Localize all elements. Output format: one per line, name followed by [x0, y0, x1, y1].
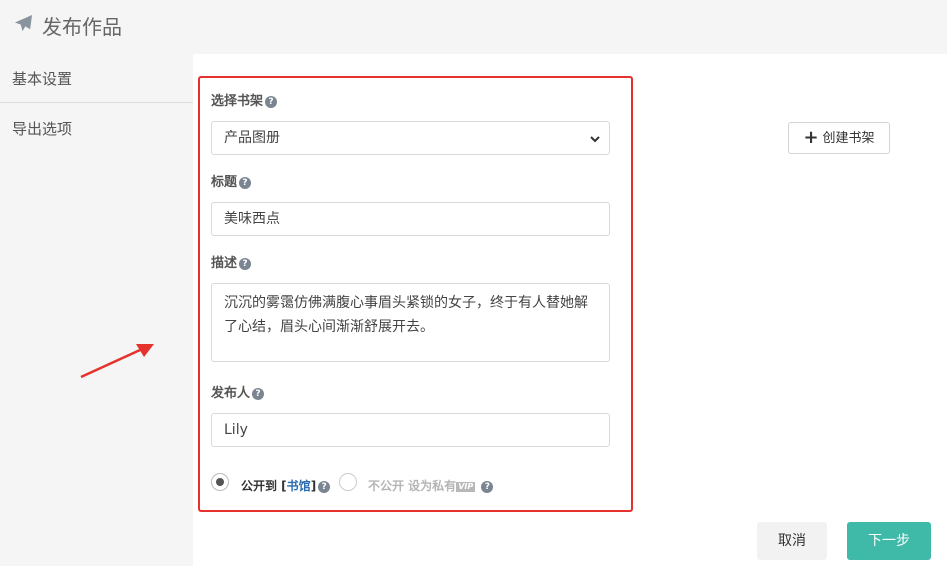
help-icon[interactable]: ? — [481, 481, 494, 493]
private-radio[interactable] — [339, 473, 357, 491]
shelf-select[interactable]: 产品图册 — [211, 121, 610, 155]
page-title: 发布作品 — [42, 15, 122, 39]
help-icon[interactable]: ? — [265, 96, 278, 108]
cancel-button[interactable]: 取消 — [757, 522, 827, 560]
publisher-label: 发布人? — [211, 382, 265, 401]
title-input[interactable]: 美味西点 — [211, 202, 610, 236]
shelf-label: 选择书架? — [211, 90, 278, 109]
help-icon[interactable]: ? — [239, 258, 252, 270]
annotation-arrow-icon — [80, 344, 154, 379]
help-icon[interactable]: ? — [252, 388, 265, 400]
create-shelf-button[interactable]: + 创建书架 — [788, 122, 890, 154]
description-textarea[interactable]: 沉沉的雾霭仿佛满腹心事眉头紧锁的女子，终于有人替她解了心结，眉头心间渐渐舒展开去… — [211, 283, 610, 362]
create-shelf-label: 创建书架 — [822, 131, 875, 146]
chevron-down-icon — [590, 136, 600, 143]
publisher-input[interactable]: Lily — [211, 413, 610, 447]
public-radio-label: 公开到 [书馆]? — [241, 477, 331, 494]
radio-selected-dot — [216, 478, 224, 486]
public-radio[interactable] — [211, 473, 229, 491]
plus-icon: + — [803, 127, 819, 148]
help-icon[interactable]: ? — [239, 177, 252, 189]
shelf-select-value: 产品图册 — [224, 130, 280, 146]
sidebar-divider — [0, 102, 193, 103]
private-radio-label: 不公开 设为私有 VIP ? — [368, 477, 494, 494]
description-label: 描述? — [211, 252, 252, 271]
next-button[interactable]: 下一步 — [847, 522, 931, 560]
help-icon[interactable]: ? — [318, 481, 331, 493]
sidebar-item-basic-settings[interactable]: 基本设置 — [12, 68, 72, 89]
page-header: 发布作品 — [0, 0, 947, 54]
paper-plane-icon — [14, 14, 33, 32]
sidebar-item-export-options[interactable]: 导出选项 — [12, 118, 72, 139]
title-label: 标题? — [211, 171, 252, 190]
vip-badge: VIP — [456, 482, 476, 492]
library-link[interactable]: 书馆 — [287, 479, 311, 493]
sidebar: 基本设置 导出选项 — [0, 54, 193, 566]
